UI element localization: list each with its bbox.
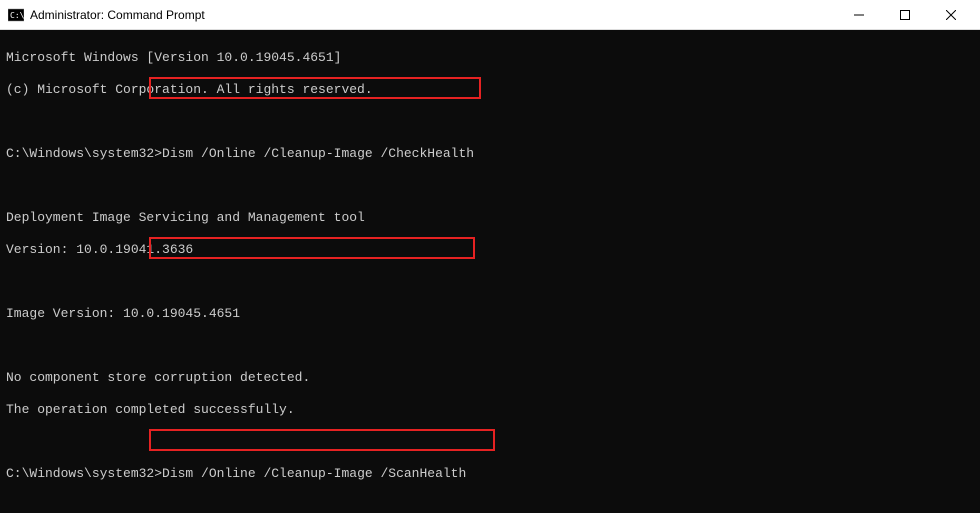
terminal-output[interactable]: Microsoft Windows [Version 10.0.19045.46… (0, 30, 980, 513)
close-button[interactable] (928, 0, 974, 30)
titlebar[interactable]: C:\ Administrator: Command Prompt (0, 0, 980, 30)
prompt-path: C:\Windows\system32> (6, 146, 162, 161)
output-line: Deployment Image Servicing and Managemen… (6, 210, 974, 226)
minimize-button[interactable] (836, 0, 882, 30)
output-line: Microsoft Windows [Version 10.0.19045.46… (6, 50, 974, 66)
command-text: Dism /Online /Cleanup-Image /ScanHealth (162, 466, 466, 481)
cmd-icon: C:\ (8, 7, 24, 23)
svg-text:C:\: C:\ (10, 11, 24, 20)
prompt-line: C:\Windows\system32>Dism /Online /Cleanu… (6, 466, 974, 482)
command-prompt-window: C:\ Administrator: Command Prompt Micros… (0, 0, 980, 513)
output-line: (c) Microsoft Corporation. All rights re… (6, 82, 974, 98)
output-line: The operation completed successfully. (6, 402, 974, 418)
prompt-path: C:\Windows\system32> (6, 466, 162, 481)
output-line: No component store corruption detected. (6, 370, 974, 386)
output-line: Image Version: 10.0.19045.4651 (6, 306, 974, 322)
output-line: Version: 10.0.19041.3636 (6, 242, 974, 258)
command-text: Dism /Online /Cleanup-Image /CheckHealth (162, 146, 474, 161)
window-controls (836, 0, 974, 29)
window-title: Administrator: Command Prompt (30, 8, 836, 22)
maximize-button[interactable] (882, 0, 928, 30)
prompt-line: C:\Windows\system32>Dism /Online /Cleanu… (6, 146, 974, 162)
